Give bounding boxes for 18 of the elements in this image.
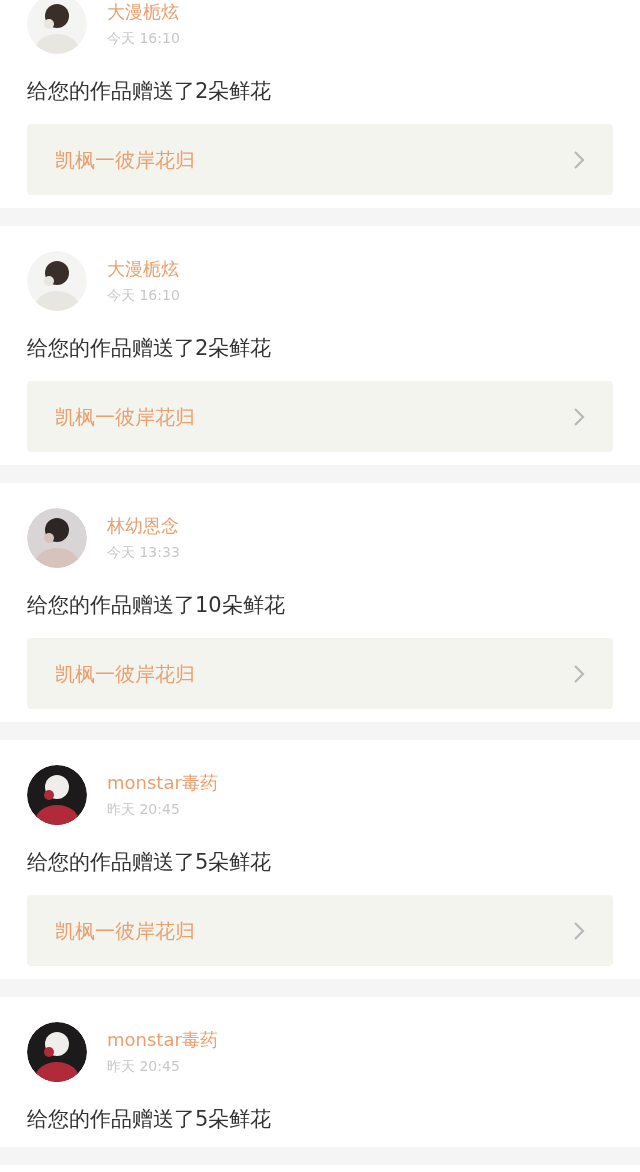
gift-message: 给您的作品赠送了10朵鲜花 bbox=[27, 592, 286, 619]
user-name[interactable]: 大漫栀炫 bbox=[107, 1, 180, 23]
chevron-right-icon bbox=[573, 149, 585, 170]
user-name[interactable]: 林幼恩念 bbox=[107, 515, 180, 537]
chevron-right-icon bbox=[573, 920, 585, 941]
user-name[interactable]: monstar毒药 bbox=[107, 1029, 218, 1051]
gift-message: 给您的作品赠送了5朵鲜花 bbox=[27, 849, 273, 876]
work-link[interactable]: 凯枫一彼岸花归 bbox=[27, 895, 613, 966]
chevron-right-icon bbox=[573, 406, 585, 427]
user-name[interactable]: 大漫栀炫 bbox=[107, 258, 180, 280]
work-link[interactable]: 凯枫一彼岸花归 bbox=[27, 124, 613, 195]
chevron-right-icon bbox=[573, 663, 585, 684]
gift-message: 给您的作品赠送了2朵鲜花 bbox=[27, 78, 273, 105]
user-name[interactable]: monstar毒药 bbox=[107, 772, 218, 794]
gift-message: 给您的作品赠送了2朵鲜花 bbox=[27, 335, 273, 362]
work-link[interactable]: 凯枫一彼岸花归 bbox=[27, 638, 613, 709]
work-link[interactable]: 凯枫一彼岸花归 bbox=[27, 381, 613, 452]
gift-message: 给您的作品赠送了5朵鲜花 bbox=[27, 1106, 273, 1133]
